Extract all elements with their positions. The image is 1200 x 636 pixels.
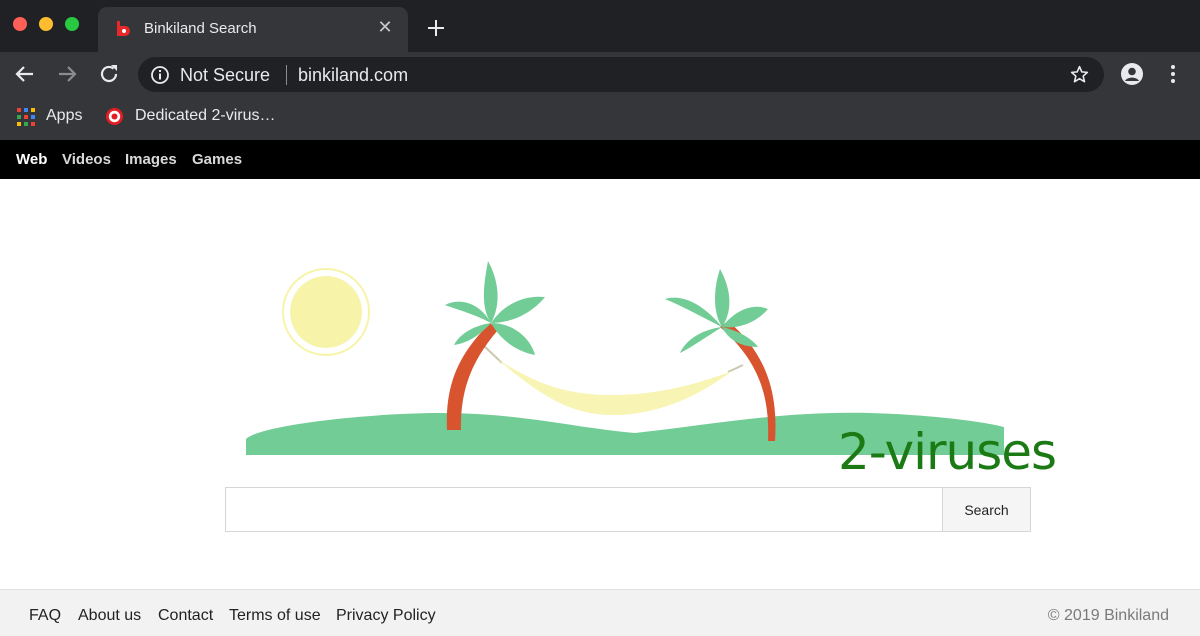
search-input[interactable] <box>226 488 943 531</box>
address-divider <box>286 65 287 85</box>
minimize-window-button[interactable] <box>39 17 53 31</box>
nav-web[interactable]: Web <box>16 151 47 168</box>
target-icon[interactable] <box>105 107 124 126</box>
more-menu-icon[interactable] <box>1163 62 1183 86</box>
search-button[interactable]: Search <box>942 488 1030 531</box>
close-window-button[interactable] <box>13 17 27 31</box>
footer-link-faq[interactable]: FAQ <box>29 607 61 625</box>
url-text[interactable]: binkiland.com <box>298 65 408 86</box>
footer-link-about-us[interactable]: About us <box>78 607 141 625</box>
palm-leaves-left <box>445 261 545 355</box>
tab-close-icon[interactable]: ✕ <box>375 17 395 37</box>
site-nav: Web Videos Images Games <box>0 140 1200 179</box>
forward-arrow-icon[interactable] <box>55 62 79 86</box>
footer-link-terms-of-use[interactable]: Terms of use <box>229 607 321 625</box>
palm-leaves-right <box>665 269 768 353</box>
profile-icon[interactable] <box>1120 62 1144 86</box>
browser-tab[interactable]: Binkiland Search ✕ <box>98 7 408 52</box>
copyright-text: © 2019 Binkiland <box>1047 607 1169 624</box>
bookmark-2-viruses[interactable]: Dedicated 2-virus… <box>135 107 276 125</box>
hammock-rope-left <box>482 344 503 364</box>
footer-link-contact[interactable]: Contact <box>158 607 213 625</box>
apps-grid-icon[interactable] <box>17 108 35 126</box>
tab-title: Binkiland Search <box>144 20 257 37</box>
reload-icon[interactable] <box>97 62 121 86</box>
nav-games[interactable]: Games <box>192 151 242 168</box>
address-bar[interactable]: Not Secure binkiland.com <box>138 57 1104 92</box>
security-status: Not Secure <box>180 65 271 85</box>
browser-tab-bar: Binkiland Search ✕ <box>0 0 1200 52</box>
search-box: Search <box>225 487 1031 532</box>
back-arrow-icon[interactable] <box>13 62 37 86</box>
bookmarks-bar: Apps Dedicated 2-virus… <box>0 96 1200 140</box>
bookmark-star-icon[interactable] <box>1069 64 1090 85</box>
new-tab-icon[interactable] <box>424 16 448 40</box>
maximize-window-button[interactable] <box>65 17 79 31</box>
info-icon[interactable] <box>150 65 170 85</box>
sun-icon <box>282 268 370 356</box>
hammock <box>497 359 732 415</box>
nav-images[interactable]: Images <box>125 151 177 168</box>
binkiland-b-icon <box>117 21 130 36</box>
bookmark-apps[interactable]: Apps <box>46 107 82 125</box>
browser-toolbar: Not Secure binkiland.com <box>0 52 1200 96</box>
page-footer: FAQ About us Contact Terms of use Privac… <box>0 589 1200 636</box>
footer-link-privacy-policy[interactable]: Privacy Policy <box>336 607 436 625</box>
hammock-rope-right <box>727 364 744 373</box>
watermark-logo: 2-viruses <box>838 423 1057 481</box>
nav-videos[interactable]: Videos <box>62 151 111 168</box>
